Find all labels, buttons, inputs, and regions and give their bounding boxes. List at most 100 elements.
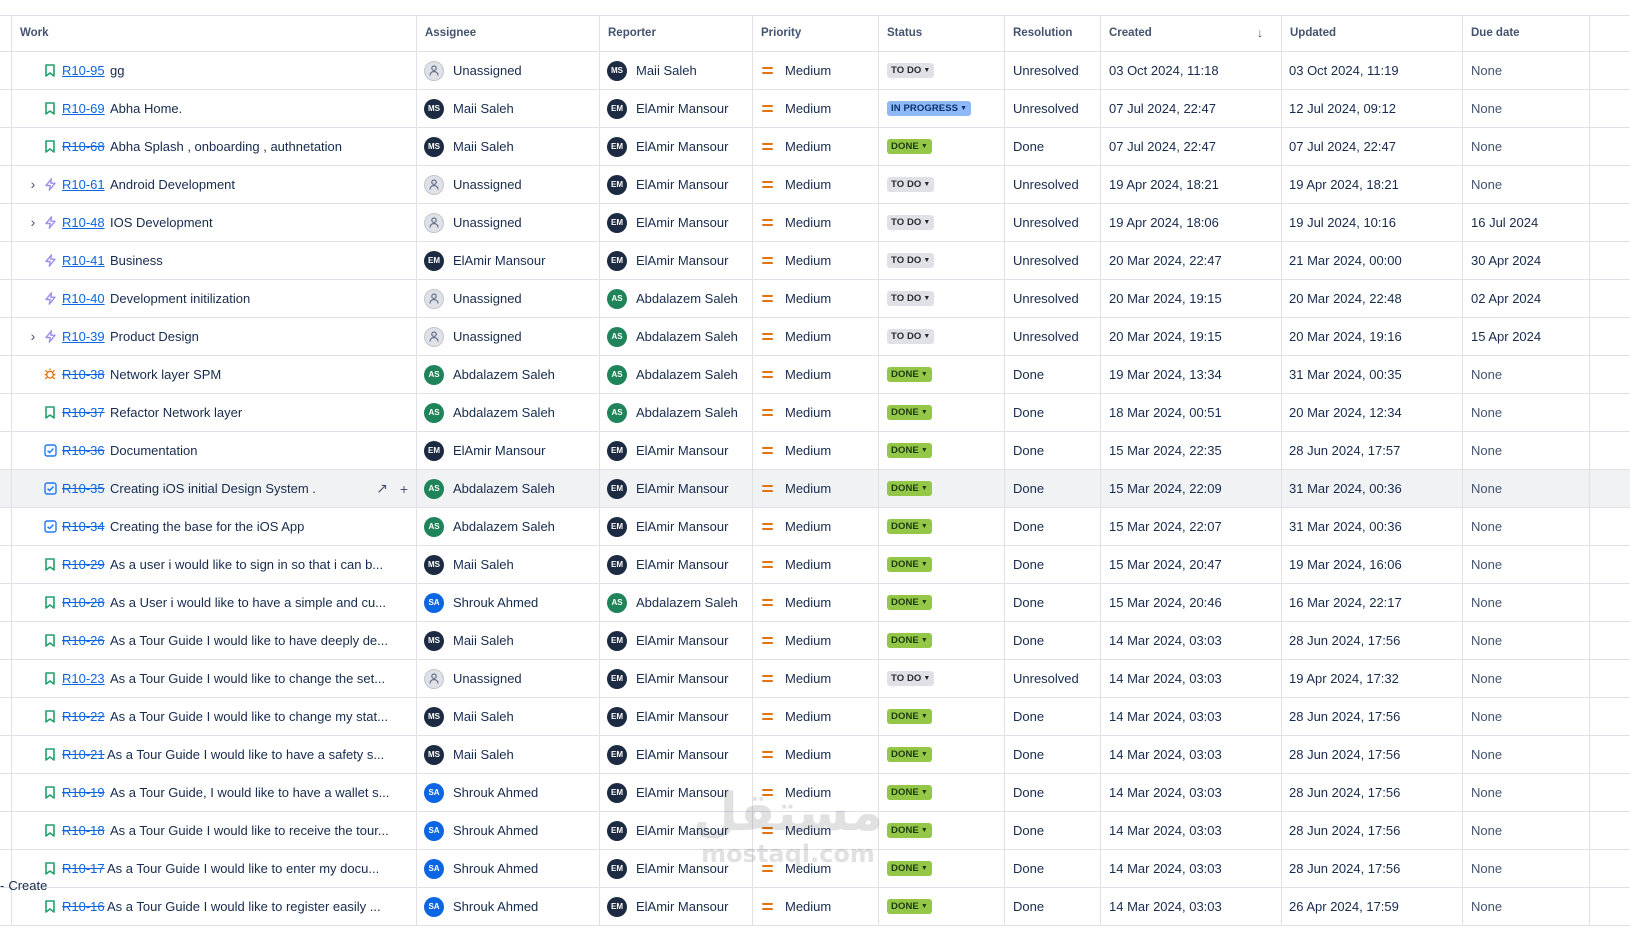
issue-summary[interactable]: Creating iOS initial Design System . bbox=[110, 470, 316, 507]
due-date-cell[interactable]: None bbox=[1463, 432, 1590, 469]
reporter-cell[interactable]: EM ElAmir Mansour bbox=[600, 698, 753, 735]
status-lozenge[interactable]: DONE ▼ bbox=[887, 481, 932, 496]
row-select[interactable] bbox=[0, 584, 12, 621]
assignee-cell[interactable]: MS Maii Saleh bbox=[417, 128, 600, 165]
priority-cell[interactable]: Medium bbox=[753, 204, 879, 241]
row-select[interactable] bbox=[0, 52, 12, 89]
status-lozenge[interactable]: TO DO ▼ bbox=[887, 215, 935, 230]
column-header-work[interactable]: Work bbox=[12, 15, 417, 51]
priority-cell[interactable]: Medium bbox=[753, 90, 879, 127]
status-lozenge[interactable]: TO DO ▼ bbox=[887, 177, 935, 192]
reporter-cell[interactable]: EM ElAmir Mansour bbox=[600, 90, 753, 127]
reporter-cell[interactable]: EM ElAmir Mansour bbox=[600, 546, 753, 583]
arrow-up-right-icon[interactable]: ↗ bbox=[376, 480, 388, 497]
chevron-right-icon[interactable]: › bbox=[26, 177, 40, 191]
issue-key-link[interactable]: R10-18 bbox=[62, 812, 105, 849]
status-lozenge[interactable]: DONE ▼ bbox=[887, 139, 932, 154]
due-date-cell[interactable]: None bbox=[1463, 546, 1590, 583]
status-lozenge[interactable]: DONE ▼ bbox=[887, 519, 932, 534]
issue-key-link[interactable]: R10-38 bbox=[62, 356, 105, 393]
status-lozenge[interactable]: DONE ▼ bbox=[887, 747, 932, 762]
reporter-cell[interactable]: EM ElAmir Mansour bbox=[600, 432, 753, 469]
issue-summary[interactable]: IOS Development bbox=[110, 204, 213, 241]
priority-cell[interactable]: Medium bbox=[753, 394, 879, 431]
issue-key-link[interactable]: R10-23 bbox=[62, 660, 105, 697]
table-row[interactable]: R10-23 As a Tour Guide I would like to ch… bbox=[0, 660, 1630, 698]
row-select[interactable] bbox=[0, 166, 12, 203]
issue-summary[interactable]: As a User i would like to have a simple … bbox=[110, 584, 386, 621]
assignee-cell[interactable]: AS Abdalazem Saleh bbox=[417, 356, 600, 393]
due-date-cell[interactable]: 02 Apr 2024 bbox=[1463, 280, 1590, 317]
priority-cell[interactable]: Medium bbox=[753, 546, 879, 583]
table-row[interactable]: R10-41 Business EM ElAmir Mansour EM ElAmir M… bbox=[0, 242, 1630, 280]
reporter-cell[interactable]: EM ElAmir Mansour bbox=[600, 622, 753, 659]
issue-summary[interactable]: As a Tour Guide I would like to enter my… bbox=[107, 850, 379, 887]
due-date-cell[interactable]: None bbox=[1463, 812, 1590, 849]
row-select[interactable] bbox=[0, 128, 12, 165]
reporter-cell[interactable]: EM ElAmir Mansour bbox=[600, 660, 753, 697]
row-select[interactable] bbox=[0, 318, 12, 355]
row-select[interactable] bbox=[0, 508, 12, 545]
issue-key-link[interactable]: R10-22 bbox=[62, 698, 105, 735]
issue-summary[interactable]: Product Design bbox=[110, 318, 199, 355]
table-row[interactable]: R10-17 As a Tour Guide I would like to en… bbox=[0, 850, 1630, 888]
row-select[interactable] bbox=[0, 356, 12, 393]
issue-summary[interactable]: As a Tour Guide I would like to have a s… bbox=[107, 736, 384, 773]
priority-cell[interactable]: Medium bbox=[753, 280, 879, 317]
due-date-cell[interactable]: 30 Apr 2024 bbox=[1463, 242, 1590, 279]
assignee-cell[interactable]: AS Abdalazem Saleh bbox=[417, 394, 600, 431]
priority-cell[interactable]: Medium bbox=[753, 166, 879, 203]
assignee-cell[interactable]: MS Maii Saleh bbox=[417, 736, 600, 773]
column-header-priority[interactable]: Priority bbox=[753, 15, 879, 51]
assignee-cell[interactable]: MS Maii Saleh bbox=[417, 698, 600, 735]
due-date-cell[interactable]: None bbox=[1463, 52, 1590, 89]
issue-key-link[interactable]: R10-69 bbox=[62, 90, 105, 127]
issue-summary[interactable]: As a Tour Guide I would like to change t… bbox=[110, 660, 385, 697]
column-header-reporter[interactable]: Reporter bbox=[600, 15, 753, 51]
row-select[interactable] bbox=[0, 812, 12, 849]
status-lozenge[interactable]: TO DO ▼ bbox=[887, 291, 935, 306]
due-date-cell[interactable]: None bbox=[1463, 698, 1590, 735]
table-row[interactable]: R10-26 As a Tour Guide I would like to ha… bbox=[0, 622, 1630, 660]
due-date-cell[interactable]: None bbox=[1463, 774, 1590, 811]
assignee-cell[interactable]: EM ElAmir Mansour bbox=[417, 242, 600, 279]
row-select[interactable] bbox=[0, 660, 12, 697]
due-date-cell[interactable]: None bbox=[1463, 584, 1590, 621]
due-date-cell[interactable]: None bbox=[1463, 888, 1590, 925]
status-lozenge[interactable]: TO DO ▼ bbox=[887, 671, 935, 686]
table-row[interactable]: R10-36 Documentation EM ElAmir Mansour EM ElA… bbox=[0, 432, 1630, 470]
column-header-resolution[interactable]: Resolution bbox=[1005, 15, 1101, 51]
table-row[interactable]: R10-68 Abha Splash , onboarding , authnet… bbox=[0, 128, 1630, 166]
table-row[interactable]: R10-28 As a User i would like to have a s… bbox=[0, 584, 1630, 622]
assignee-cell[interactable]: MS Maii Saleh bbox=[417, 546, 600, 583]
due-date-cell[interactable]: None bbox=[1463, 128, 1590, 165]
status-lozenge[interactable]: TO DO ▼ bbox=[887, 63, 935, 78]
priority-cell[interactable]: Medium bbox=[753, 432, 879, 469]
issue-summary[interactable]: As a Tour Guide I would like to register… bbox=[107, 888, 381, 925]
status-lozenge[interactable]: DONE ▼ bbox=[887, 899, 932, 914]
priority-cell[interactable]: Medium bbox=[753, 888, 879, 925]
table-row[interactable]: R10-35 Creating iOS initial Design System… bbox=[0, 470, 1630, 508]
priority-cell[interactable]: Medium bbox=[753, 736, 879, 773]
reporter-cell[interactable]: EM ElAmir Mansour bbox=[600, 128, 753, 165]
issue-key-link[interactable]: R10-21 bbox=[62, 736, 105, 773]
issue-key-link[interactable]: R10-40 bbox=[62, 280, 105, 317]
assignee-cell[interactable]: SA Shrouk Ahmed bbox=[417, 774, 600, 811]
due-date-cell[interactable]: 15 Apr 2024 bbox=[1463, 318, 1590, 355]
reporter-cell[interactable]: EM ElAmir Mansour bbox=[600, 508, 753, 545]
priority-cell[interactable]: Medium bbox=[753, 660, 879, 697]
row-select[interactable] bbox=[0, 622, 12, 659]
due-date-cell[interactable]: None bbox=[1463, 166, 1590, 203]
table-row[interactable]: R10-95 gg Unassigned MS Maii Saleh Medium TO D… bbox=[0, 52, 1630, 90]
due-date-cell[interactable]: None bbox=[1463, 356, 1590, 393]
issue-summary[interactable]: Abha Splash , onboarding , authnetation bbox=[110, 128, 342, 165]
table-row[interactable]: R10-69 Abha Home. MS Maii Saleh EM ElAmir Man… bbox=[0, 90, 1630, 128]
due-date-cell[interactable]: None bbox=[1463, 660, 1590, 697]
table-row[interactable]: R10-21 As a Tour Guide I would like to ha… bbox=[0, 736, 1630, 774]
arrow-down-icon[interactable]: ↓ bbox=[1257, 26, 1263, 40]
issue-key-link[interactable]: R10-37 bbox=[62, 394, 105, 431]
issue-key-link[interactable]: R10-41 bbox=[62, 242, 105, 279]
issue-summary[interactable]: As a Tour Guide, I would like to have a … bbox=[110, 774, 389, 811]
row-select[interactable] bbox=[0, 90, 12, 127]
chevron-right-icon[interactable]: › bbox=[26, 329, 40, 343]
